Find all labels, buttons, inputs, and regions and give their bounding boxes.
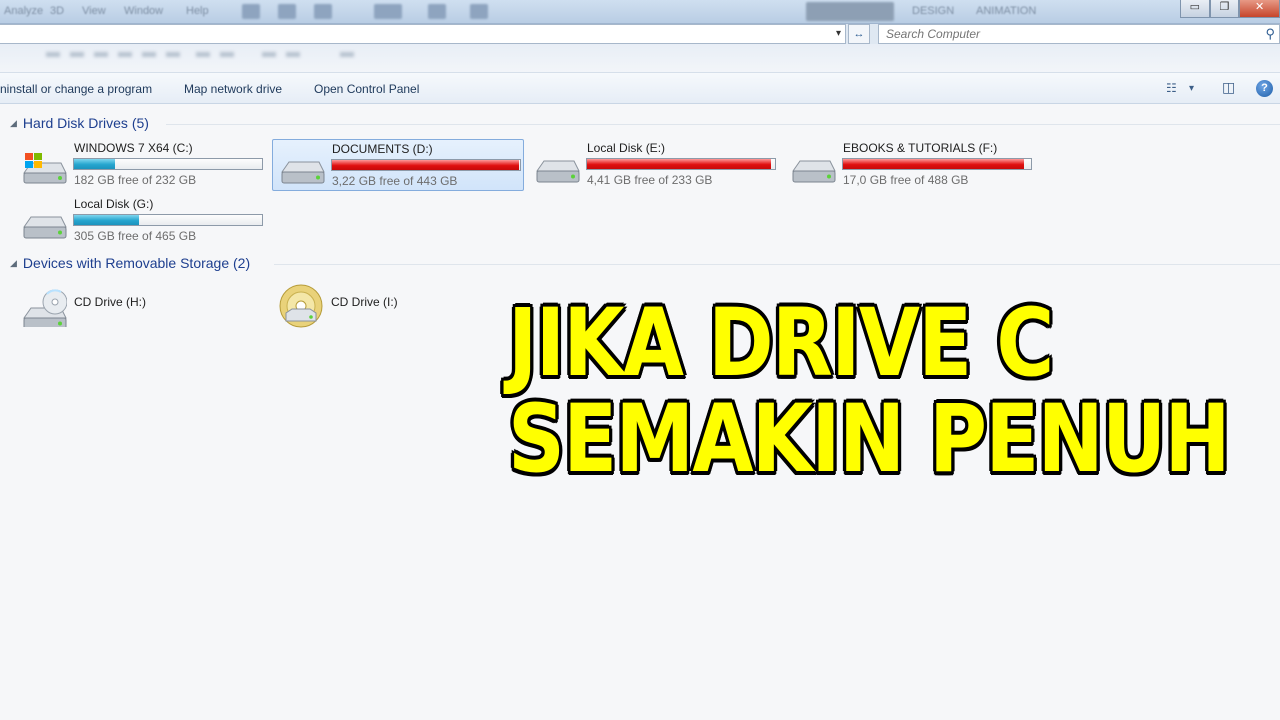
toolbar-button[interactable] (428, 4, 446, 19)
hard-drive-icon (792, 160, 836, 183)
drive-free-space: 3,22 GB free of 443 GB (332, 174, 458, 188)
drive-tile-f[interactable]: EBOOKS & TUTORIALS (F:) 17,0 GB free of … (784, 139, 1036, 191)
headline-line-1: JIKA DRIVE C (508, 289, 1054, 398)
refresh-icon[interactable]: ↔ (848, 24, 870, 44)
uninstall-program-button[interactable]: ninstall or change a program (0, 82, 152, 96)
drive-tile-h[interactable]: CD Drive (H:) (15, 279, 267, 331)
address-bar[interactable]: ▾ (0, 24, 846, 44)
menu-item-window[interactable]: Window (124, 5, 163, 17)
tab-interactive[interactable] (806, 2, 894, 21)
drive-usage-bar (586, 158, 776, 170)
drive-name: CD Drive (I:) (331, 295, 398, 309)
drive-name: CD Drive (H:) (74, 295, 146, 309)
chevron-down-icon[interactable]: ▾ (836, 28, 841, 39)
restore-button[interactable]: ❐ (1209, 0, 1240, 18)
drive-name: EBOOKS & TUTORIALS (F:) (843, 141, 998, 155)
drive-usage-fill (74, 159, 115, 169)
search-input[interactable] (879, 25, 1249, 43)
chevron-down-icon[interactable]: ▾ (1189, 83, 1194, 94)
headline-line-2: SEMAKIN PENUH (508, 385, 1231, 494)
overlay-headline: JIKA DRIVE C SEMAKIN PENUH (508, 289, 1231, 494)
drive-tile-e[interactable]: Local Disk (E:) 4,41 GB free of 233 GB (528, 139, 780, 191)
search-box: ⚲ (878, 24, 1280, 44)
minimize-button[interactable]: ▭ (1180, 0, 1210, 18)
open-control-panel-button[interactable]: Open Control Panel (314, 82, 419, 96)
group-divider (166, 124, 1280, 125)
cd-drive-icon (23, 289, 67, 327)
collapse-arrow-icon[interactable]: ◢ (10, 118, 17, 129)
search-icon[interactable]: ⚲ (1265, 26, 1275, 42)
tab-design[interactable]: DESIGN (912, 5, 954, 17)
help-icon[interactable]: ? (1256, 80, 1273, 97)
group-title: Devices with Removable Storage (2) (22, 255, 251, 271)
drive-usage-fill (332, 160, 519, 170)
command-bar: ninstall or change a program Map network… (0, 72, 1280, 104)
toolbar-button[interactable] (470, 4, 488, 19)
drive-usage-bar (842, 158, 1032, 170)
dvd-disc-icon (279, 284, 323, 328)
hard-drive-icon (281, 161, 325, 184)
group-header-removable[interactable]: ◢ Devices with Removable Storage (2) (10, 255, 250, 271)
window-controls: ▭ ❐ ✕ (1180, 0, 1280, 18)
group-header-hard-disks[interactable]: ◢ Hard Disk Drives (5) (10, 115, 149, 131)
hard-drive-icon (536, 160, 580, 183)
preview-pane-icon[interactable]: ◫ (1222, 79, 1235, 96)
drive-free-space: 182 GB free of 232 GB (74, 173, 197, 187)
drive-tile-i[interactable]: CD Drive (I:) (272, 279, 524, 331)
drive-tile-c[interactable]: WINDOWS 7 X64 (C:) 182 GB free of 232 GB (15, 139, 267, 191)
drive-name: DOCUMENTS (D:) (332, 142, 433, 156)
drive-free-space: 17,0 GB free of 488 GB (843, 173, 969, 187)
drive-usage-fill (587, 159, 772, 169)
menu-item-3d[interactable]: 3D (50, 5, 64, 17)
drive-free-space: 4,41 GB free of 233 GB (587, 173, 713, 187)
menu-bar: Analyze 3D View Window Help DESIGN ANIMA… (0, 0, 1280, 24)
menu-item-analyze[interactable]: Analyze (4, 5, 43, 17)
drive-usage-fill (74, 215, 139, 225)
drive-usage-bar (73, 158, 263, 170)
toolbar-button[interactable] (278, 4, 296, 19)
group-divider (274, 264, 1280, 265)
address-row: ▾ ↔ ⚲ (0, 24, 1280, 44)
change-view-icon[interactable]: ☷ (1166, 81, 1177, 95)
drive-name: Local Disk (E:) (587, 141, 666, 155)
drive-name: WINDOWS 7 X64 (C:) (74, 141, 193, 155)
toolbar-button[interactable] (314, 4, 332, 19)
blurred-toolbar (0, 44, 1280, 72)
drive-usage-bar (73, 214, 263, 226)
close-button[interactable]: ✕ (1239, 0, 1280, 18)
tab-animation[interactable]: ANIMATION (976, 5, 1036, 17)
drive-tile-d[interactable]: DOCUMENTS (D:) 3,22 GB free of 443 GB (272, 139, 524, 191)
drive-usage-fill (843, 159, 1025, 169)
drive-usage-bar (331, 159, 521, 171)
group-title: Hard Disk Drives (5) (22, 115, 149, 131)
drive-name: Local Disk (G:) (74, 197, 154, 211)
map-network-drive-button[interactable]: Map network drive (184, 82, 282, 96)
drive-free-space: 305 GB free of 465 GB (74, 229, 197, 243)
drive-tile-g[interactable]: Local Disk (G:) 305 GB free of 465 GB (15, 195, 267, 247)
toolbar-button[interactable] (242, 4, 260, 19)
menu-item-view[interactable]: View (82, 5, 106, 17)
windows-drive-icon (23, 153, 67, 184)
menu-item-help[interactable]: Help (186, 5, 209, 17)
hard-drive-icon (23, 216, 67, 239)
toolbar-button[interactable] (374, 4, 402, 19)
collapse-arrow-icon[interactable]: ◢ (10, 258, 17, 269)
